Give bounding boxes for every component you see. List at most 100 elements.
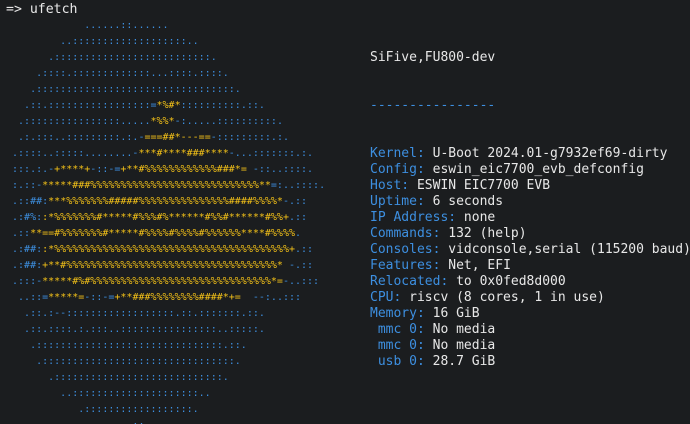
logo-segment: ===##*---== — [144, 132, 211, 143]
logo-segment: ..:::::::::::::::::::.. — [6, 36, 199, 47]
logo-segment: *****= — [48, 292, 85, 303]
logo-segment: .:: — [6, 228, 31, 239]
info-value: U-Boot 2024.01-g7932ef69-dirty — [424, 146, 668, 161]
logo-row: ..:::::::::::::::::::.. — [6, 34, 325, 50]
info-row: CPU: riscv (8 cores, 1 in use) — [370, 290, 690, 306]
info-value: vidconsole,serial (115200 baud) — [440, 242, 690, 257]
info-row: usb 0: 28.7 GiB — [370, 354, 690, 370]
info-row: Config: eswin_eic7700_evb_defconfig — [370, 162, 690, 178]
info-key: mmc 0: — [370, 338, 425, 353]
info-row: Host: ESWIN EIC7700 EVB — [370, 178, 690, 194]
host-title: SiFive,FU800-dev — [370, 50, 496, 65]
logo-segment: --:..::: — [240, 292, 302, 303]
info-key: Consoles: — [370, 242, 441, 257]
logo-segment: .:.:::..:::::::::.:.- — [6, 132, 145, 143]
info-value: ESWIN EIC7700 EVB — [409, 178, 551, 193]
logo-segment: -:::::::::.:. — [210, 132, 289, 143]
info-value: 16 GiB — [424, 306, 480, 321]
logo-row: :.::-*****###%%%%%%%%%%%%%%%%%%%%%%%%%%%… — [6, 178, 325, 194]
logo-segment: *%#* — [156, 100, 181, 111]
info-key: usb 0: — [370, 354, 425, 369]
logo-row: .::**==#%%%%%%%#*****#%%%%#%%%%#%%%%%%**… — [6, 226, 325, 242]
logo-segment: +**###%%%%%%%%####*+= — [114, 292, 241, 303]
info-row: mmc 0: No media — [370, 338, 690, 354]
info-key: Memory: — [370, 306, 425, 321]
logo-segment: .:: — [295, 244, 314, 255]
command-line: => ufetch — [6, 2, 77, 18]
info-row: IP Address: none — [370, 210, 690, 226]
info-row: Commands: 132 (help) — [370, 226, 690, 242]
logo-segment: +**#%%%%%%%%%%%%###*= — [120, 164, 247, 175]
logo-segment: .:: — [288, 212, 308, 223]
logo-segment: +****+ — [54, 164, 91, 175]
info-row: mmc 0: No media — [370, 322, 690, 338]
logo-segment: .:##: — [6, 244, 43, 255]
logo-row: :::.:.-+****+-::-=+**#%%%%%%%%%%%%###*= … — [6, 162, 325, 178]
logo-segment: -...:::::::.:. — [228, 148, 314, 159]
info-value: none — [456, 210, 496, 225]
logo-segment: :*%%%%%%%%%%%%%%%%%%%%%%%%%%%%%%%%%%%%%%… — [42, 244, 295, 255]
logo-row: .::::::::::::::::::. — [6, 402, 325, 418]
logo-row: .::::..:::::........-***#****###****-...… — [6, 146, 325, 162]
logo-row: .::##:***%%%%%%%#####%%%%%%%%%%%%%%%####… — [6, 194, 325, 210]
info-key: Relocated: — [370, 274, 449, 289]
info-key: Host: — [370, 178, 410, 193]
logo-row: .::.::::.:.:::..::::::::::::::::..:::::. — [6, 322, 325, 338]
logo-segment: ..:::::::::::::::::::::.. — [6, 388, 211, 399]
info-value: No media — [424, 338, 496, 353]
logo-row: .::::::::::::::::.....*%%*-:.....:::::::… — [6, 114, 325, 130]
logo-segment: ......::...... — [6, 420, 180, 424]
info-fields: Kernel: U-Boot 2024.01-g7932ef69-dirty Co… — [370, 146, 690, 370]
info-value: 132 (help) — [440, 226, 527, 241]
logo-segment: .::.:::::::::::::::::= — [6, 100, 157, 111]
system-info-panel: SiFive,FU800-dev ---------------- Kernel… — [370, 18, 690, 402]
logo-row: .:::-*****#%#%%%%%%%%%%%%%%%%%%%%%%%%%%%… — [6, 274, 325, 290]
logo-row: .:::::::::::::::::::::::::::::::.::. — [6, 338, 325, 354]
info-row: Relocated: to 0x0fed8d000 — [370, 274, 690, 290]
logo-segment: .::##: — [6, 196, 49, 207]
info-key: Config: — [370, 162, 425, 177]
logo-segment: .::::::::::::::::..... — [6, 116, 151, 127]
title-separator: ---------------- — [370, 98, 496, 113]
logo-segment: :.::- — [6, 180, 43, 191]
prompt-symbol: => — [6, 2, 30, 17]
logo-segment: -::-= — [90, 164, 121, 175]
logo-segment: *%%* — [150, 116, 175, 127]
terminal-window[interactable]: => ufetch ......::...... ..:::::::::::::… — [0, 0, 690, 424]
info-row: Consoles: vidconsole,serial (115200 baud… — [370, 242, 690, 258]
command-text: ufetch — [29, 2, 78, 17]
logo-row: .:##:+**#%%%%%%%%%%%%%%%%%%%%%%%%%%%%%%%… — [6, 258, 325, 274]
info-key: Features: — [370, 258, 441, 273]
info-key: CPU: — [370, 290, 402, 305]
logo-row: .::.:::::::::::::::::=*%#*::::::::::.::. — [6, 98, 325, 114]
logo-segment: -..::: — [282, 276, 320, 287]
logo-row: .::.:--::::::::::::::::::.::.:::::::.::. — [6, 306, 325, 322]
logo-segment: .::::::::::::::::::. — [6, 404, 199, 415]
logo-segment: =:..::::. — [270, 180, 326, 191]
logo-segment: -.:: — [282, 196, 308, 207]
logo-segment: .::::.:::::::::::::...::::.::::. — [6, 68, 229, 79]
logo-row: ......::...... — [6, 18, 325, 34]
logo-segment: +**#%%%%%%%%%%%%%%%%%%%%%%%%%%%%%%%%%%%* — [42, 260, 283, 271]
info-value: No media — [424, 322, 496, 337]
logo-segment: *****#%#%%%%%%%%%%%%%%%%%%%%%%%%%%%%%%*= — [42, 276, 283, 287]
info-key: Commands: — [370, 226, 441, 241]
info-value: riscv (8 cores, 1 in use) — [401, 290, 605, 305]
info-key: Uptime: — [370, 194, 425, 209]
info-row: Kernel: U-Boot 2024.01-g7932ef69-dirty — [370, 146, 690, 162]
logo-segment: .::::::::::::::::::::::::::. — [6, 52, 217, 63]
logo-segment: .:#%: — [6, 212, 43, 223]
logo-row: ......::...... — [6, 418, 325, 424]
logo-segment: .:::::::::::::::::::::::::::::::.::. — [6, 340, 247, 351]
logo-segment: .:::::::::::::::::::::::::::::::::. — [6, 84, 241, 95]
info-value: eswin_eic7700_evb_defconfig — [424, 162, 644, 177]
logo-row: ..:::::::::::::::::::::.. — [6, 386, 325, 402]
logo-segment: .::::..:::::........- — [6, 148, 139, 159]
logo-segment: ::::::::::.::. — [180, 100, 265, 111]
info-value: 6 seconds — [424, 194, 504, 209]
info-value: to 0x0fed8d000 — [448, 274, 566, 289]
logo-row: .:.:::..:::::::::.:.-===##*---==-:::::::… — [6, 130, 325, 146]
sifive-ascii-logo: ......::...... ..:::::::::::::::::::.. .… — [6, 18, 325, 424]
logo-segment: .::.:--::::::::::::::::::.::.:::::::.::. — [6, 308, 265, 319]
logo-segment: -::-= — [84, 292, 115, 303]
